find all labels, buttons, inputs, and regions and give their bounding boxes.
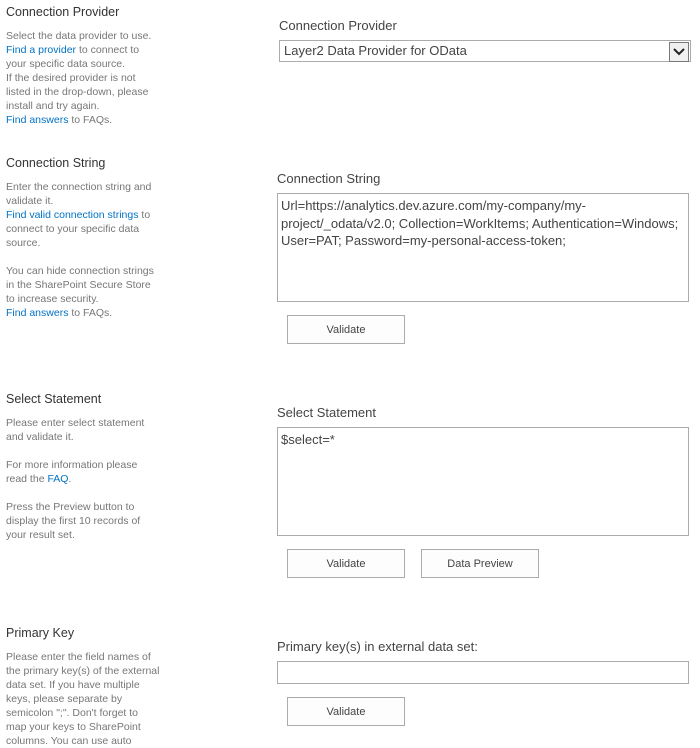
connection-string-description: Connection String Enter the connection s… <box>6 156 161 320</box>
connection-string-label: Connection String <box>277 171 381 186</box>
primary-key-input[interactable] <box>277 661 689 684</box>
validate-select-statement-button[interactable]: Validate <box>287 549 405 578</box>
find-answers-link[interactable]: Find answers <box>6 307 68 319</box>
primary-key-label: Primary key(s) in external data set: <box>277 639 478 654</box>
desc-text: For more information please read the <box>6 459 138 485</box>
desc-text: Enter the connection string and validate… <box>6 181 152 207</box>
select-statement-desc-title: Select Statement <box>6 392 102 406</box>
desc-text: Please enter the field names of the prim… <box>6 651 160 747</box>
primary-key-description: Primary Key Please enter the field names… <box>6 626 161 748</box>
select-statement-field: Select Statement $select=* <box>277 405 689 536</box>
find-valid-connection-strings-link[interactable]: Find valid connection strings <box>6 209 139 221</box>
primary-key-desc-title: Primary Key <box>6 626 75 640</box>
data-preview-button[interactable]: Data Preview <box>421 549 539 578</box>
desc-text: Select the data provider to use. <box>6 30 152 42</box>
find-a-provider-link[interactable]: Find a provider <box>6 44 76 56</box>
chevron-down-icon[interactable] <box>669 42 689 62</box>
connection-provider-description: Connection Provider Select the data prov… <box>6 5 161 127</box>
validate-connection-string-button[interactable]: Validate <box>287 315 405 344</box>
select-statement-textarea[interactable]: $select=* <box>277 427 689 536</box>
connection-provider-field: Connection Provider Layer2 Data Provider… <box>279 18 691 62</box>
desc-text: Press the Preview button to display the … <box>6 501 141 541</box>
select-statement-label: Select Statement <box>277 405 376 420</box>
connection-string-field: Connection String Url=https://analytics.… <box>277 171 689 302</box>
primary-key-field: Primary key(s) in external data set: <box>277 639 689 684</box>
connection-provider-label: Connection Provider <box>279 18 397 33</box>
connection-string-textarea[interactable]: Url=https://analytics.dev.azure.com/my-c… <box>277 193 689 302</box>
desc-text: Please enter select statement and valida… <box>6 417 145 443</box>
selected-provider: Layer2 Data Provider for OData <box>284 43 467 58</box>
select-statement-description: Select Statement Please enter select sta… <box>6 392 161 542</box>
desc-text: If the desired provider is not listed in… <box>6 72 149 112</box>
validate-primary-key-button[interactable]: Validate <box>287 697 405 726</box>
connection-string-desc-title: Connection String <box>6 156 106 170</box>
desc-text: You can hide connection strings in the S… <box>6 265 154 305</box>
desc-text: to FAQs. <box>68 307 113 319</box>
connection-provider-select[interactable]: Layer2 Data Provider for OData <box>279 40 691 62</box>
desc-text: to FAQs. <box>68 114 113 126</box>
desc-text: . <box>68 473 72 485</box>
find-answers-link[interactable]: Find answers <box>6 114 68 126</box>
faq-link[interactable]: FAQ <box>47 473 68 485</box>
connection-provider-desc-title: Connection Provider <box>6 5 120 19</box>
